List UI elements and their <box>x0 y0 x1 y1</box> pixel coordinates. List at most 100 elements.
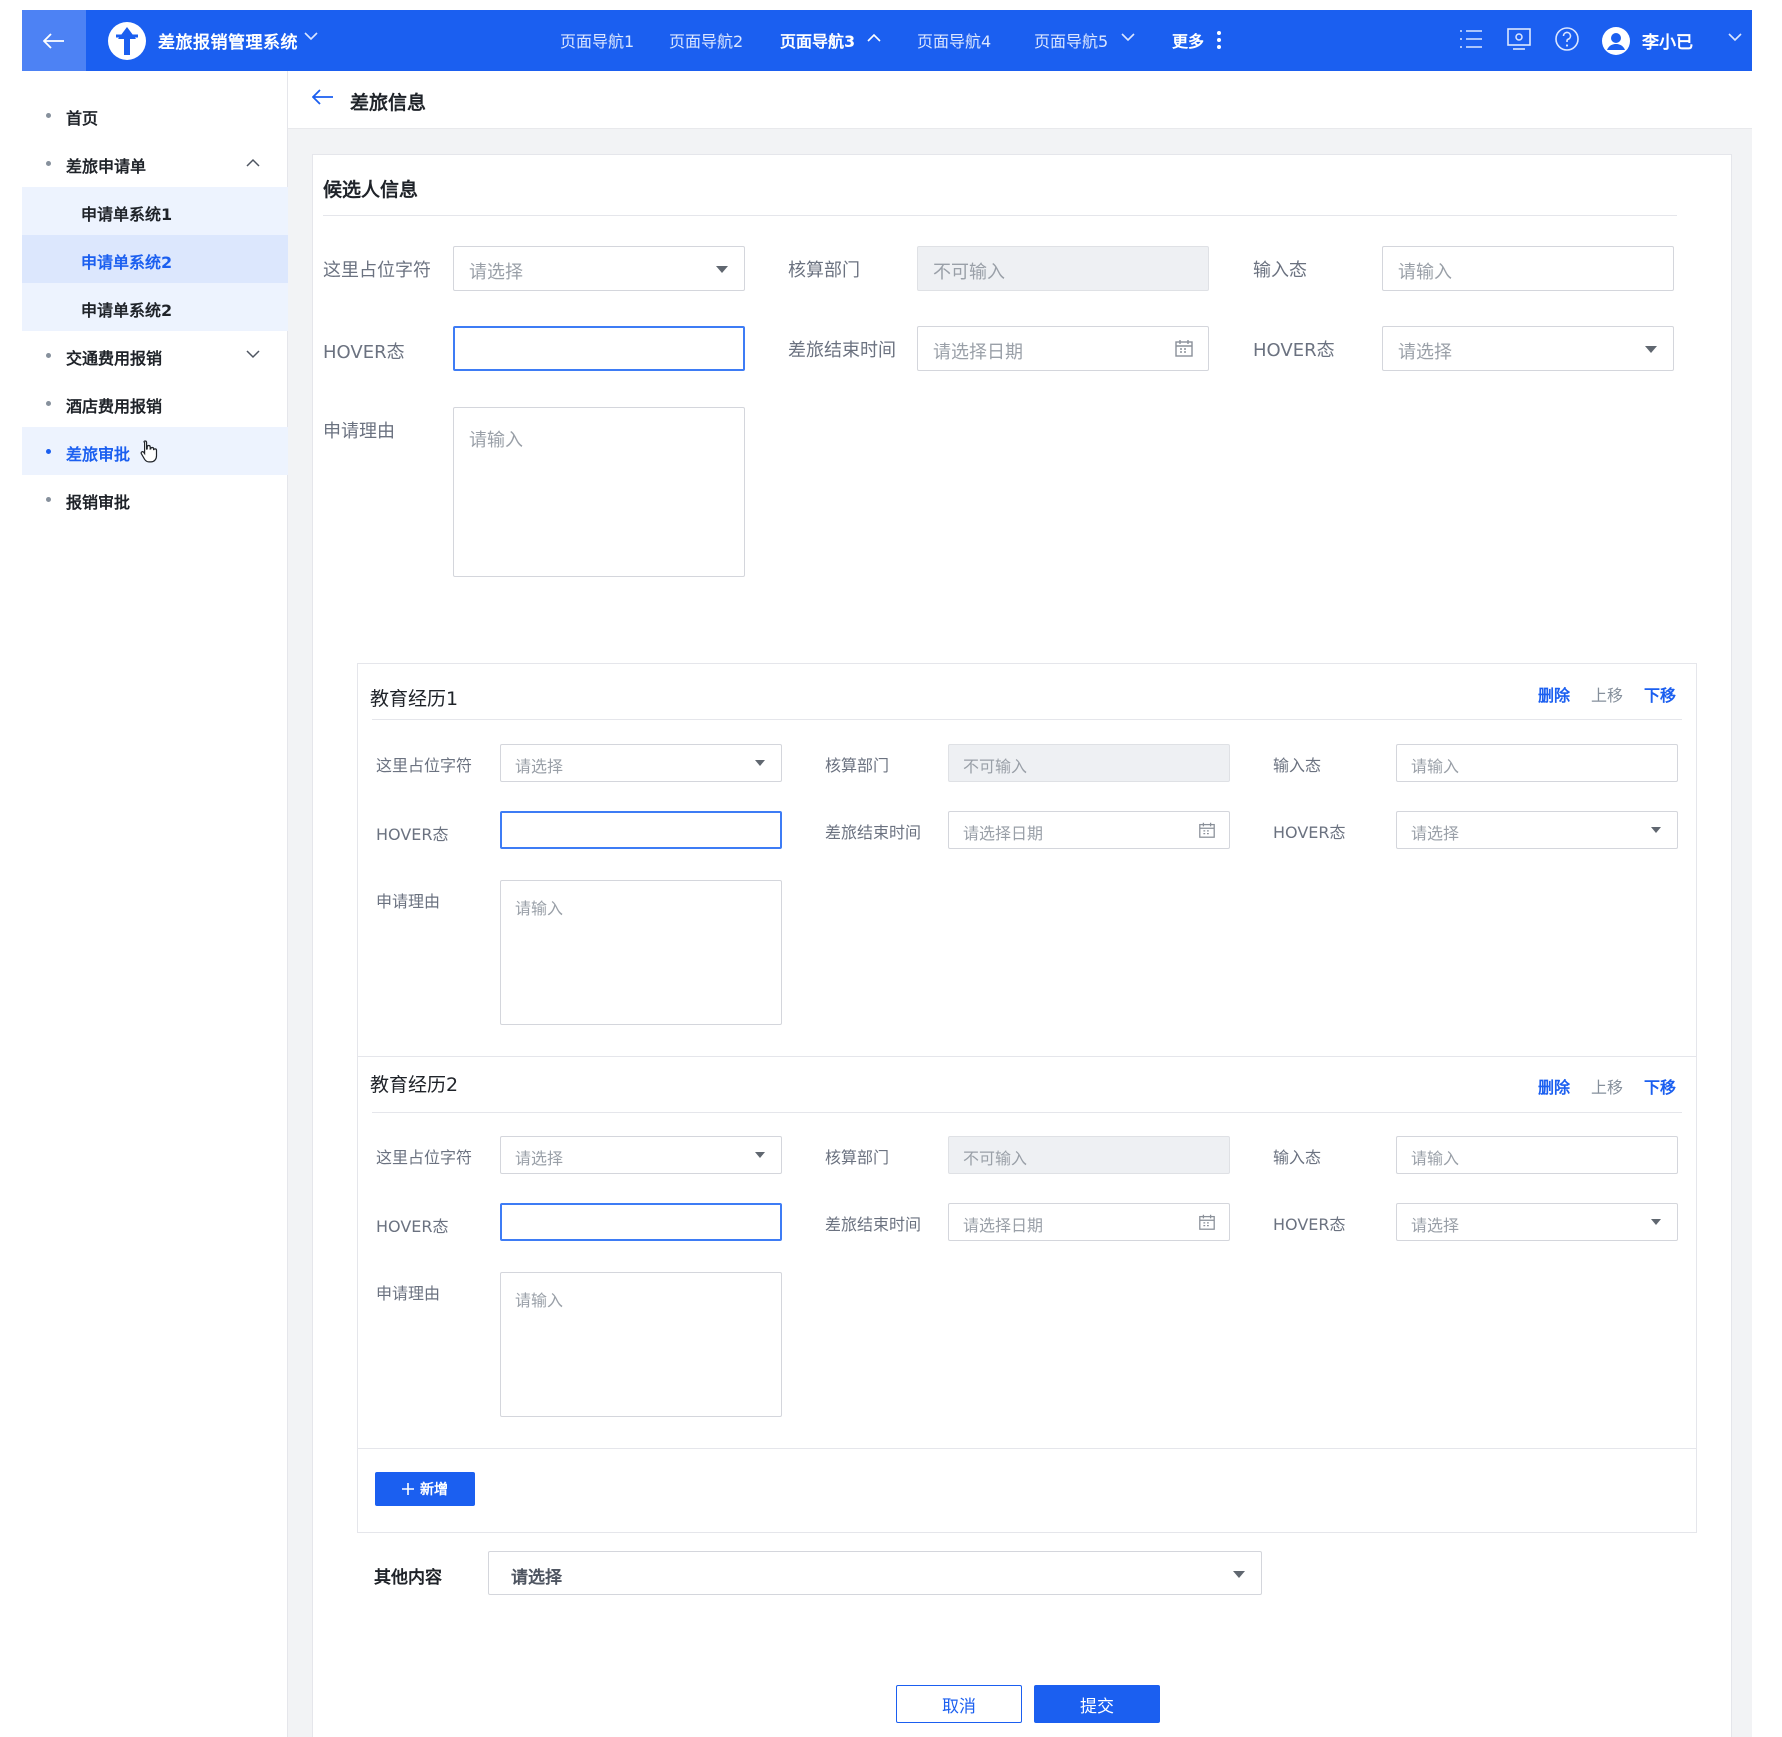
divider <box>372 1112 1682 1113</box>
add-button-label: 新增 <box>420 1482 448 1498</box>
edu1-hover-input[interactable] <box>500 811 782 849</box>
edu1-hover-select[interactable]: 请选择 <box>1396 811 1678 849</box>
edu2-date-picker[interactable]: 请选择日期 <box>948 1203 1230 1241</box>
select-placeholder: 请选择 <box>511 1568 562 1588</box>
edu2-hover-select[interactable]: 请选择 <box>1396 1203 1678 1241</box>
hover-input[interactable] <box>453 326 745 371</box>
hover-select[interactable]: 请选择 <box>1382 326 1674 371</box>
calendar-icon <box>1175 340 1193 357</box>
reason-label: 申请理由 <box>376 892 441 911</box>
select-placeholder: 请选择 <box>1398 342 1452 363</box>
move-down-link-2[interactable]: 下移 <box>1644 1074 1676 1098</box>
date-placeholder: 请选择日期 <box>963 1216 1044 1235</box>
sidebar-item-label: 报销审批 <box>66 493 131 512</box>
select-placeholder: 请选择 <box>515 757 564 776</box>
cancel-button[interactable]: 取消 <box>896 1685 1022 1723</box>
sidebar-item-hotel[interactable]: 酒店费用报销 <box>22 379 288 427</box>
nav-item-2[interactable]: 页面导航2 <box>669 28 743 52</box>
screen-icon[interactable] <box>1506 26 1532 52</box>
chevron-down-icon[interactable] <box>1121 33 1135 42</box>
placeholder-label: 这里占位字符 <box>376 1148 473 1167</box>
delete-link-1[interactable]: 删除 <box>1538 682 1570 706</box>
input-placeholder: 请输入 <box>1411 1149 1460 1168</box>
education-title-1: 教育经历1 <box>370 688 459 710</box>
reason-textarea[interactable]: 请输入 <box>453 407 745 577</box>
plus-icon <box>402 1483 414 1495</box>
sidebar-item-label: 申请单系统1 <box>81 205 173 224</box>
move-up-link-2[interactable]: 上移 <box>1591 1074 1623 1098</box>
page-header: 差旅信息 <box>288 71 1752 129</box>
user-name[interactable]: 李小已 <box>1642 28 1693 53</box>
caret-down-icon <box>755 760 765 766</box>
date-placeholder: 请选择日期 <box>933 342 1023 363</box>
chevron-down-icon <box>246 350 260 359</box>
move-down-link-1[interactable]: 下移 <box>1644 682 1676 706</box>
edu2-input[interactable]: 请输入 <box>1396 1136 1678 1174</box>
disabled-placeholder: 不可输入 <box>963 757 1028 776</box>
nav-item-4[interactable]: 页面导航4 <box>917 28 991 52</box>
other-content-select[interactable]: 请选择 <box>488 1551 1262 1595</box>
back-button[interactable] <box>22 10 86 71</box>
edu2-dept-field: 不可输入 <box>948 1136 1230 1174</box>
sidebar-subitem-3[interactable]: 申请单系统2 <box>22 283 288 331</box>
bullet-icon <box>46 353 51 358</box>
more-icon[interactable] <box>1216 30 1222 50</box>
end-time-label: 差旅结束时间 <box>825 1215 922 1234</box>
sidebar-item-transport[interactable]: 交通费用报销 <box>22 331 288 379</box>
dept-label: 核算部门 <box>825 1148 890 1167</box>
bullet-icon <box>46 497 51 502</box>
disabled-placeholder: 不可输入 <box>963 1149 1028 1168</box>
list-icon[interactable] <box>1458 26 1484 52</box>
hover-label-2: HOVER态 <box>1253 340 1335 361</box>
delete-link-2[interactable]: 删除 <box>1538 1074 1570 1098</box>
sidebar-item-home[interactable]: 首页 <box>22 91 288 139</box>
edu1-input[interactable]: 请输入 <box>1396 744 1678 782</box>
chevron-up-icon[interactable] <box>867 33 881 42</box>
edu2-select[interactable]: 请选择 <box>500 1136 782 1174</box>
sidebar-item-label: 差旅申请单 <box>66 157 147 176</box>
end-date-picker[interactable]: 请选择日期 <box>917 326 1209 371</box>
caret-down-icon <box>1651 827 1661 833</box>
calendar-icon <box>1199 1214 1215 1230</box>
avatar[interactable] <box>1602 27 1630 55</box>
edu1-reason-textarea[interactable]: 请输入 <box>500 880 782 1025</box>
select-placeholder: 请选择 <box>1411 824 1460 843</box>
submit-button[interactable]: 提交 <box>1034 1685 1160 1723</box>
edu1-select[interactable]: 请选择 <box>500 744 782 782</box>
placeholder-label: 这里占位字符 <box>376 756 473 775</box>
caret-down-icon <box>1651 1219 1661 1225</box>
app-title[interactable]: 差旅报销管理系统 <box>158 28 298 53</box>
arrow-left-icon[interactable] <box>312 89 334 105</box>
sidebar-item-label: 申请单系统2 <box>81 301 173 320</box>
nav-more[interactable]: 更多 <box>1172 28 1204 52</box>
sidebar-item-reimburse-approval[interactable]: 报销审批 <box>22 475 288 523</box>
end-time-label: 差旅结束时间 <box>788 340 896 361</box>
sidebar-subitem-2[interactable]: 申请单系统2 <box>22 235 288 283</box>
divider <box>358 1448 1696 1449</box>
chevron-down-icon[interactable] <box>304 32 318 41</box>
app-logo <box>108 22 146 60</box>
add-button[interactable]: 新增 <box>375 1472 475 1506</box>
nav-item-3[interactable]: 页面导航3 <box>780 28 855 52</box>
edu2-reason-textarea[interactable]: 请输入 <box>500 1272 782 1417</box>
sidebar-subitem-1[interactable]: 申请单系统1 <box>22 187 288 235</box>
nav-item-5[interactable]: 页面导航5 <box>1034 28 1108 52</box>
chevron-up-icon <box>246 158 260 167</box>
nav-item-1[interactable]: 页面导航1 <box>560 28 634 52</box>
caret-down-icon <box>1233 1571 1245 1578</box>
sidebar-item-travel-request[interactable]: 差旅申请单 <box>22 139 288 187</box>
sidebar-item-travel-approval[interactable]: 差旅审批 <box>22 427 288 475</box>
help-icon[interactable] <box>1554 26 1580 52</box>
move-up-link-1[interactable]: 上移 <box>1591 682 1623 706</box>
sidebar-item-label: 申请单系统2 <box>81 253 173 272</box>
calendar-icon <box>1199 822 1215 838</box>
hover-label-2: HOVER态 <box>1273 1215 1346 1234</box>
input-state-field[interactable]: 请输入 <box>1382 246 1674 291</box>
arrow-left-icon <box>43 32 64 49</box>
edu1-date-picker[interactable]: 请选择日期 <box>948 811 1230 849</box>
textarea-placeholder: 请输入 <box>515 1291 564 1310</box>
edu2-hover-input[interactable] <box>500 1203 782 1241</box>
chevron-down-icon[interactable] <box>1728 33 1742 42</box>
placeholder-select[interactable]: 请选择 <box>453 246 745 291</box>
bullet-icon <box>46 449 51 454</box>
